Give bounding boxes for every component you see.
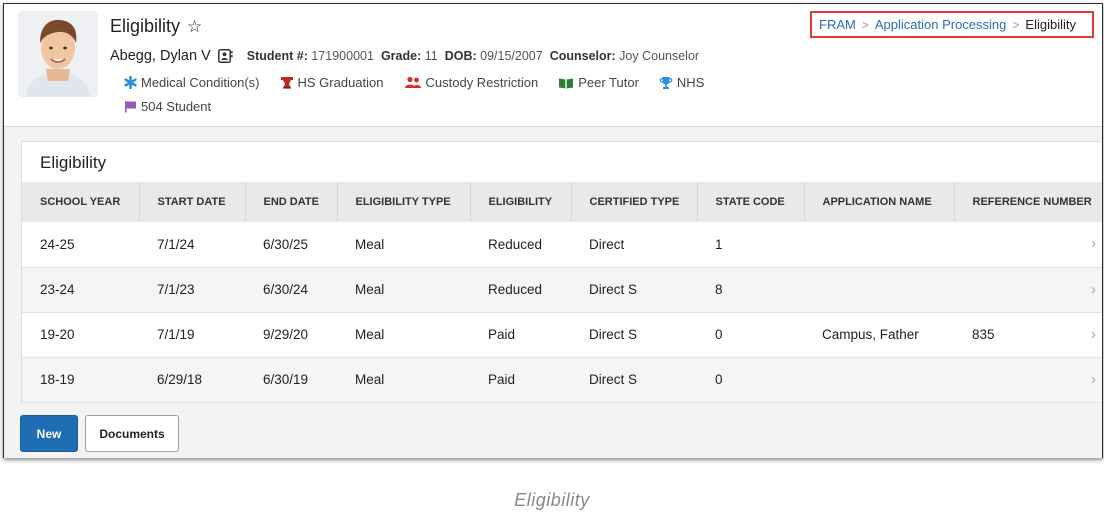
chevron-right-icon[interactable]: ›	[1091, 372, 1096, 387]
table-row[interactable]: 24-25 7/1/24 6/30/25 Meal Reduced Direct 1 ›	[22, 222, 1102, 267]
table-cell: 835 ›	[972, 325, 1096, 343]
chevron-right-icon[interactable]: ›	[1091, 327, 1096, 342]
chevron-right-icon[interactable]: ›	[1091, 236, 1096, 251]
grade: Grade: 11	[380, 49, 438, 63]
column-header-start-date[interactable]: START DATE	[139, 182, 246, 222]
flag-label: Peer Tutor	[578, 75, 639, 90]
breadcrumb-link-application-processing[interactable]: Application Processing	[875, 17, 1007, 32]
page-title: Eligibility	[110, 16, 181, 36]
column-header-eligibility-type[interactable]: ELIGIBILITY TYPE	[337, 182, 471, 222]
flag-icon	[125, 101, 136, 113]
table-row[interactable]: 23-24 7/1/23 6/30/24 Meal Reduced Direct S 8 ›	[22, 267, 1102, 312]
eligibility-table: SCHOOL YEAR START DATE END DATE ELIGIBIL…	[22, 182, 1102, 403]
breadcrumb-current: Eligibility	[1025, 17, 1076, 32]
table-cell: 24-25	[40, 236, 75, 252]
eligibility-panel: Eligibility SCHOOL YEAR START DATE END D…	[21, 141, 1102, 403]
favorite-star-icon[interactable]: ☆	[187, 18, 202, 35]
counselor: Counselor: Joy Counselor	[549, 49, 700, 63]
table-cell: Reduced	[488, 236, 543, 252]
flag-label: Medical Condition(s)	[141, 75, 260, 90]
medical-asterisk-icon	[124, 76, 137, 89]
flag-medical-condition[interactable]: Medical Condition(s)	[124, 75, 260, 90]
dob: DOB: 09/15/2007	[444, 49, 543, 63]
table-cell	[804, 267, 954, 312]
flag-label: Custody Restriction	[425, 75, 539, 90]
action-bar: New Documents	[4, 407, 1102, 458]
flag-peer-tutor[interactable]: Peer Tutor	[558, 75, 639, 90]
flag-hs-graduation[interactable]: HS Graduation	[280, 75, 384, 90]
graduation-cap-icon	[280, 77, 293, 89]
flag-label: NHS	[676, 75, 705, 90]
table-cell: Direct	[589, 236, 625, 252]
flag-label: HS Graduation	[297, 75, 384, 90]
table-cell: 6/29/18	[157, 372, 203, 387]
table-cell: 23-24	[40, 282, 75, 297]
student-name: Abegg, Dylan V	[110, 48, 211, 64]
column-header-application-name[interactable]: APPLICATION NAME	[804, 182, 955, 222]
table-cell: Direct S	[589, 282, 638, 297]
column-header-reference-number[interactable]: REFERENCE NUMBER	[954, 182, 1102, 222]
avatar	[18, 11, 98, 97]
flag-label: 504 Student	[141, 99, 212, 114]
table-cell: 7/1/24	[157, 236, 195, 252]
table-cell: Meal	[355, 327, 385, 342]
table-cell: Meal	[355, 372, 385, 387]
new-button[interactable]: New	[20, 415, 78, 452]
documents-button[interactable]: Documents	[85, 415, 179, 452]
table-cell	[804, 222, 954, 267]
column-header-end-date[interactable]: END DATE	[245, 182, 338, 222]
table-row[interactable]: 18-19 6/29/18 6/30/19 Meal Paid Direct S 0 ›	[22, 357, 1102, 402]
table-cell: 7/1/23	[157, 282, 195, 297]
table-cell: Paid	[488, 327, 516, 342]
table-cell: 6/30/24	[263, 282, 309, 297]
table-cell: Direct S	[589, 372, 638, 387]
table-cell: Meal	[355, 236, 385, 252]
column-header-eligibility[interactable]: ELIGIBILITY	[470, 182, 572, 222]
flag-nhs[interactable]: NHS	[659, 75, 704, 90]
id-card-icon[interactable]	[217, 49, 233, 63]
flag-504-student[interactable]: 504 Student	[124, 99, 211, 114]
table-cell: 7/1/19	[157, 327, 195, 342]
chevron-right-icon: >	[861, 17, 869, 32]
student-number: Student #: 171900001	[246, 49, 374, 63]
chevron-right-icon[interactable]: ›	[1091, 282, 1096, 297]
table-row[interactable]: 19-20 7/1/19 9/29/20 Meal Paid Direct S 0 Campu…	[22, 312, 1102, 357]
custody-people-icon	[404, 76, 421, 88]
table-cell: 1	[715, 236, 723, 252]
image-caption: Eligibility	[514, 490, 590, 510]
table-cell: 9/29/20	[263, 327, 309, 342]
table-cell: 8	[715, 282, 723, 297]
table-cell: 6/30/25	[263, 236, 309, 252]
column-header-state-code[interactable]: STATE CODE	[697, 182, 805, 222]
breadcrumb-link-fram[interactable]: FRAM	[819, 17, 856, 32]
column-header-school-year[interactable]: SCHOOL YEAR	[22, 182, 140, 222]
table-cell: 6/30/19	[263, 372, 309, 387]
table-cell	[804, 357, 954, 402]
student-header: Eligibility ☆ Abegg, Dylan V Student #: …	[4, 4, 1102, 127]
table-cell: Campus, Father	[822, 327, 919, 342]
breadcrumb: FRAM > Application Processing > Eligibil…	[810, 11, 1094, 38]
table-cell: ›	[954, 267, 1102, 312]
table-cell: 0	[715, 372, 723, 387]
chevron-right-icon: >	[1012, 17, 1020, 32]
table-cell: Reduced	[488, 282, 543, 297]
table-cell: Meal	[355, 282, 385, 297]
table-cell: Direct S	[589, 327, 638, 342]
table-cell: 18-19	[40, 372, 75, 387]
table-cell: ›	[954, 222, 1102, 267]
table-cell: 0	[715, 327, 723, 342]
table-cell: ›	[954, 357, 1102, 402]
table-header-row: SCHOOL YEAR START DATE END DATE ELIGIBIL…	[22, 182, 1102, 222]
table-cell: Paid	[488, 372, 516, 387]
panel-title: Eligibility	[40, 153, 107, 172]
column-header-certified-type[interactable]: CERTIFIED TYPE	[571, 182, 698, 222]
app-window: Eligibility ☆ Abegg, Dylan V Student #: …	[3, 3, 1103, 458]
flag-custody-restriction[interactable]: Custody Restriction	[404, 75, 539, 90]
trophy-icon	[659, 76, 673, 89]
open-book-icon	[559, 78, 574, 88]
table-cell: 19-20	[40, 327, 75, 342]
